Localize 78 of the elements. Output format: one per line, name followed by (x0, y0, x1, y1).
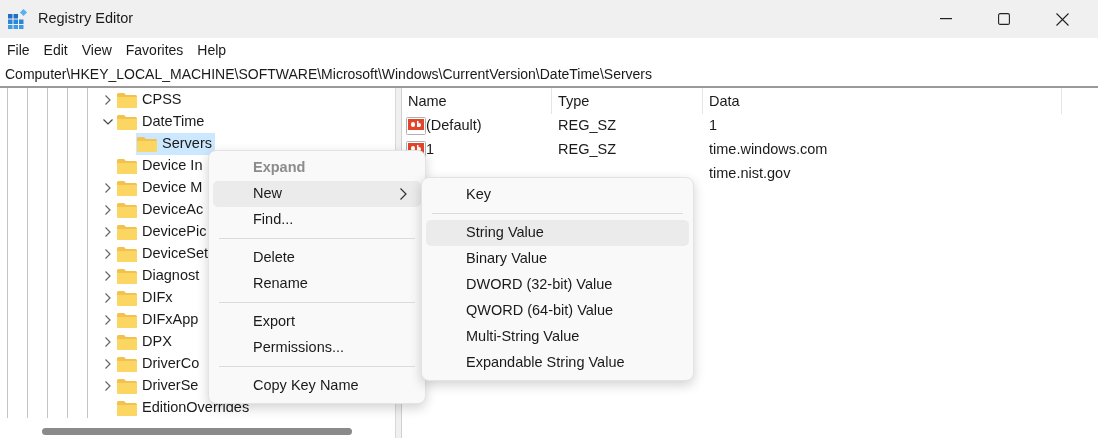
tree-item[interactable]: DeviceAc (116, 199, 207, 221)
tree-item[interactable]: CPSS (116, 89, 185, 111)
folder-icon (117, 180, 137, 196)
folder-icon (137, 136, 157, 152)
menu-item[interactable]: Find... (213, 207, 421, 233)
folder-icon (117, 202, 137, 218)
column-header[interactable]: Type (552, 88, 703, 114)
tree-item[interactable]: DriverSe (116, 375, 202, 397)
value-type: REG_SZ (557, 116, 617, 136)
menu-item[interactable]: Help (190, 38, 234, 62)
value-type: REG_SZ (557, 140, 617, 160)
collapse-chevron-icon[interactable] (103, 119, 113, 125)
value-name[interactable]: (Default) (426, 115, 482, 137)
tree-item[interactable]: EditionOverrides (116, 397, 253, 419)
menu-item[interactable]: Permissions... (213, 335, 421, 361)
expand-chevron-icon[interactable] (105, 359, 111, 369)
tree-item[interactable]: DateTime (116, 111, 208, 133)
expand-chevron-icon[interactable] (105, 183, 111, 193)
folder-icon (117, 334, 137, 350)
menu-item[interactable]: QWORD (64-bit) Value (426, 298, 689, 324)
menu-item[interactable]: Edit (36, 38, 75, 62)
expand-chevron-icon[interactable] (105, 315, 111, 325)
value-data: 1 (708, 116, 718, 136)
menu-item[interactable]: Favorites (118, 38, 191, 62)
tree-item[interactable]: DriverCo (116, 353, 203, 375)
folder-icon (117, 224, 137, 240)
folder-icon (117, 158, 137, 174)
menu-item[interactable]: Expandable String Value (426, 350, 689, 376)
tree-item[interactable]: DIFx (116, 287, 176, 309)
folder-icon (117, 246, 137, 262)
window-title: Registry Editor (38, 9, 134, 29)
menu-item[interactable]: File (0, 38, 37, 62)
menu-item[interactable]: Multi-String Value (426, 324, 689, 350)
menu-item[interactable]: Binary Value (426, 246, 689, 272)
menu-item[interactable]: Key (426, 182, 689, 208)
expand-chevron-icon[interactable] (105, 95, 111, 105)
expand-chevron-icon[interactable] (105, 271, 111, 281)
value-name[interactable]: 1 (426, 139, 435, 161)
menu-item[interactable]: Rename (213, 271, 421, 297)
close-icon (1055, 12, 1069, 26)
menu-item[interactable]: New (213, 181, 421, 207)
string-value-icon (406, 116, 426, 136)
scrollbar-thumb[interactable] (42, 428, 352, 435)
menu-item[interactable]: String Value (426, 220, 689, 246)
minimize-icon (940, 18, 952, 20)
tree-item[interactable]: Diagnost (116, 265, 203, 287)
value-data: time.nist.gov (708, 164, 791, 184)
expand-chevron-icon[interactable] (105, 381, 111, 391)
folder-icon (117, 114, 137, 130)
menu-item[interactable]: Delete (213, 245, 421, 271)
expand-chevron-icon[interactable] (105, 227, 111, 237)
menu-item[interactable]: Export (213, 309, 421, 335)
tree-item[interactable]: Device M (116, 177, 206, 199)
value-data: time.windows.com (708, 140, 828, 160)
folder-icon (117, 356, 137, 372)
tree-item[interactable]: DevicePic (116, 221, 210, 243)
folder-icon (117, 312, 137, 328)
menu-item[interactable]: View (74, 38, 119, 62)
tree-item[interactable]: DPX (116, 331, 175, 353)
tree-item[interactable]: Device In (116, 155, 206, 177)
tree-item[interactable]: DIFxApp (116, 309, 202, 331)
folder-icon (117, 400, 137, 416)
expand-chevron-icon[interactable] (105, 337, 111, 347)
menu-item[interactable]: DWORD (32-bit) Value (426, 272, 689, 298)
column-header[interactable]: Data (703, 88, 1062, 114)
expand-chevron-icon[interactable] (105, 293, 111, 303)
menu-item[interactable]: Copy Key Name (213, 373, 421, 399)
tree-item[interactable]: DeviceSet (116, 243, 212, 265)
folder-icon (117, 268, 137, 284)
folder-icon (117, 92, 137, 108)
maximize-icon (998, 13, 1010, 25)
expand-chevron-icon[interactable] (105, 249, 111, 259)
folder-icon (117, 290, 137, 306)
folder-icon (117, 378, 137, 394)
tree-item[interactable]: Servers (136, 133, 215, 155)
column-header[interactable]: Name (402, 88, 552, 114)
expand-chevron-icon[interactable] (105, 205, 111, 215)
registry-editor-icon (8, 9, 28, 29)
